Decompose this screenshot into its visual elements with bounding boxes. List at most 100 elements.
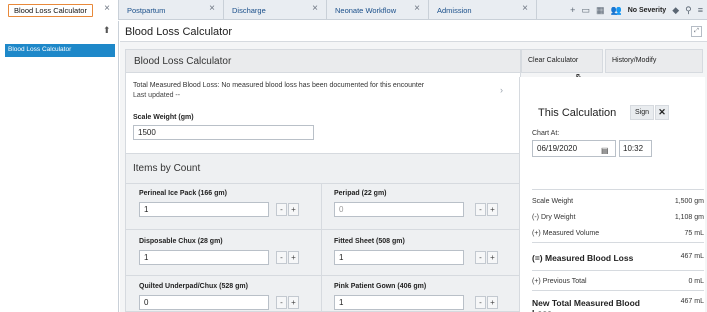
item-label: Fitted Sheet (508 gm): [334, 238, 405, 245]
item-quantity-input[interactable]: 1: [139, 250, 269, 265]
previous-label: (+) Previous Total: [532, 278, 587, 285]
tab-blood-loss-calculator[interactable]: Blood Loss Calculator ×: [0, 0, 119, 20]
item-label: Perineal Ice Pack (166 gm): [139, 190, 227, 197]
summary-label: (+) Measured Volume: [532, 230, 600, 237]
previous-value: 0 mL: [688, 278, 704, 285]
quantity-stepper: - +: [276, 296, 299, 311]
tab-neonate-workflow[interactable]: Neonate Workflow ×: [327, 0, 429, 20]
sidebar: ⬆ Blood Loss Calculator: [0, 21, 119, 312]
quantity-stepper: - +: [276, 203, 299, 218]
plus-button[interactable]: +: [487, 203, 498, 216]
search-icon[interactable]: ⚲: [685, 5, 692, 16]
tab-label: Admission: [437, 5, 472, 15]
close-icon[interactable]: ✕: [655, 105, 669, 120]
tag-icon[interactable]: ◆: [672, 5, 679, 16]
plus-button[interactable]: +: [487, 251, 498, 264]
sign-button[interactable]: Sign: [630, 105, 654, 120]
item-label: Peripad (22 gm): [334, 190, 387, 197]
plus-button[interactable]: +: [487, 296, 498, 309]
close-icon[interactable]: ×: [522, 4, 528, 14]
summary-label: Scale Weight: [532, 198, 574, 205]
minus-button[interactable]: -: [276, 203, 287, 216]
summary-row: (-) Dry Weight 1,108 gm: [532, 214, 704, 221]
tab-label: Blood Loss Calculator: [8, 3, 93, 17]
plus-button[interactable]: +: [288, 296, 299, 309]
tab-tools: + ▭ ▦ 👥 No Severity ◆ ⚲ ≡: [570, 0, 707, 20]
previous-total-row: (+) Previous Total 0 mL: [532, 278, 704, 285]
divider: [532, 189, 704, 190]
close-icon[interactable]: ×: [209, 4, 215, 14]
pin-icon[interactable]: ⬆: [103, 25, 111, 36]
divider: [532, 242, 704, 243]
divider: [126, 229, 520, 230]
minus-button[interactable]: -: [475, 296, 486, 309]
calendar-icon[interactable]: ▤: [601, 146, 609, 155]
item-quantity-input[interactable]: 1: [334, 250, 464, 265]
calculator-body: Total Measured Blood Loss: No measured b…: [125, 73, 521, 312]
plus-button[interactable]: +: [288, 251, 299, 264]
tab-label: Neonate Workflow: [335, 5, 397, 15]
item-label: Quilted Underpad/Chux (528 gm): [139, 283, 248, 290]
tab-label: Discharge: [232, 5, 266, 15]
expand-icon[interactable]: ⤢: [691, 26, 702, 37]
last-updated-text: Last updated --: [133, 92, 181, 99]
divider: [126, 183, 520, 184]
main-panel: Blood Loss Calculator ⤢ Blood Loss Calcu…: [120, 21, 707, 312]
summary-value: 1,500 gm: [674, 198, 704, 205]
divider: [532, 270, 704, 271]
minus-button[interactable]: -: [276, 296, 287, 309]
plus-button[interactable]: +: [288, 203, 299, 216]
history-modify-button[interactable]: History/Modify: [605, 49, 703, 73]
summary-label: (-) Dry Weight: [532, 214, 576, 221]
clear-calculator-button[interactable]: Clear Calculator: [521, 49, 603, 73]
tab-bar: Blood Loss Calculator × Postpartum × Dis…: [0, 0, 707, 20]
summary-value: 1,108 gm: [674, 214, 704, 221]
items-title: Items by Count: [133, 163, 201, 174]
quantity-stepper: - +: [475, 251, 498, 266]
divider: [126, 275, 520, 276]
tab-label: Postpartum: [127, 5, 166, 15]
item-quantity-input[interactable]: 0: [334, 202, 464, 217]
total-info-text: Total Measured Blood Loss: No measured b…: [133, 82, 425, 89]
chart-at-label: Chart At:: [532, 130, 560, 137]
quantity-stepper: - +: [475, 203, 498, 218]
tile-icon[interactable]: ▦: [596, 5, 605, 16]
quantity-stepper: - +: [276, 251, 299, 266]
close-icon[interactable]: ×: [414, 4, 420, 14]
add-tab-icon[interactable]: +: [570, 5, 575, 15]
minus-button[interactable]: -: [475, 251, 486, 264]
divider: [532, 290, 704, 291]
sidebar-item-blood-loss-calculator[interactable]: Blood Loss Calculator: [5, 44, 115, 57]
section-title: Blood Loss Calculator: [125, 49, 521, 73]
tab-postpartum[interactable]: Postpartum ×: [119, 0, 224, 20]
item-label: Disposable Chux (28 gm): [139, 238, 223, 245]
menu-icon[interactable]: ≡: [698, 5, 703, 15]
severity-label[interactable]: No Severity: [628, 7, 667, 14]
time-field[interactable]: 10:32: [619, 140, 652, 157]
tab-admission[interactable]: Admission ×: [429, 0, 537, 20]
summary-row: Scale Weight 1,500 gm: [532, 198, 704, 205]
page-title: Blood Loss Calculator: [120, 21, 707, 42]
item-quantity-input[interactable]: 1: [139, 202, 269, 217]
panel-title: This Calculation: [538, 107, 617, 119]
close-icon[interactable]: ×: [104, 4, 110, 14]
new-total-value: 467 mL: [680, 298, 704, 305]
close-icon[interactable]: ×: [312, 4, 318, 14]
item-quantity-input[interactable]: 0: [139, 295, 269, 310]
divider: [321, 183, 322, 311]
items-section: Items by Count Perineal Ice Pack (166 gm…: [126, 153, 520, 311]
minus-button[interactable]: -: [276, 251, 287, 264]
minus-button[interactable]: -: [475, 203, 486, 216]
this-calculation-panel: This Calculation Sign ✕ Chart At: 06/19/…: [519, 77, 705, 312]
summary-row: (+) Measured Volume 75 mL: [532, 230, 704, 237]
scale-weight-input[interactable]: 1500: [133, 125, 314, 140]
measured-value: 467 mL: [680, 253, 704, 260]
window-icon[interactable]: ▭: [581, 5, 590, 16]
new-total-row: New Total Measured Blood Loss 467 mL: [532, 298, 704, 312]
people-icon: 👥: [610, 4, 622, 15]
measured-label: (=) Measured Blood Loss: [532, 253, 634, 263]
chevron-right-icon[interactable]: ›: [500, 85, 503, 95]
measured-blood-loss-row: (=) Measured Blood Loss 467 mL: [532, 253, 704, 263]
tab-discharge[interactable]: Discharge ×: [224, 0, 327, 20]
item-quantity-input[interactable]: 1: [334, 295, 464, 310]
